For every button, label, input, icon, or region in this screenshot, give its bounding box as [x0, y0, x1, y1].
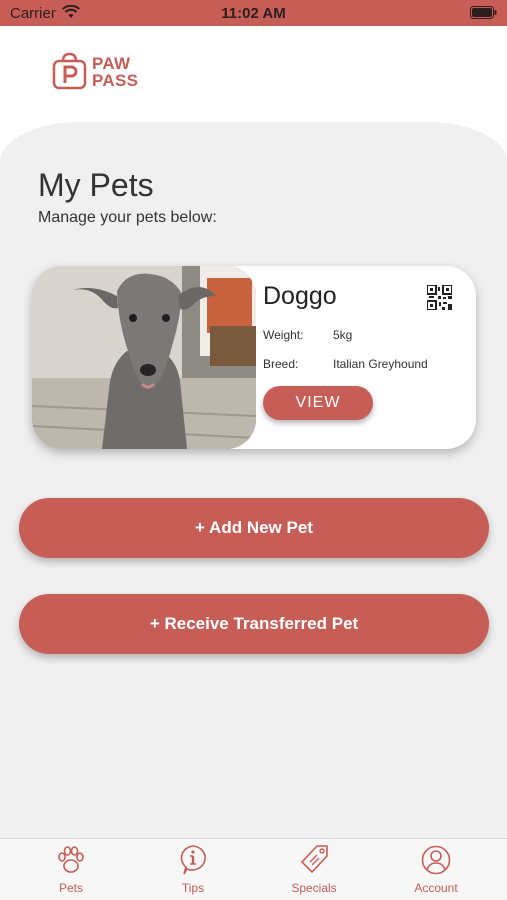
logo-text-line1: PAW	[92, 54, 131, 73]
pet-card[interactable]: Doggo Weight: 5kg Breed: Italian Greyhou…	[32, 266, 476, 449]
tab-pets[interactable]: Pets	[21, 839, 121, 900]
logo-bag-icon	[52, 52, 87, 90]
view-pet-button[interactable]: VIEW	[263, 386, 373, 420]
tab-account-label: Account	[414, 881, 458, 895]
dog-photo	[32, 266, 256, 449]
tab-specials-label: Specials	[291, 881, 337, 895]
tab-tips-label: Tips	[181, 881, 205, 895]
tab-pets-label: Pets	[58, 881, 83, 895]
page-title: My Pets	[38, 167, 154, 203]
status-time: 11:02 AM	[221, 5, 286, 22]
logo-text-line2: PASS	[92, 71, 139, 90]
pet-name: Doggo	[263, 282, 337, 310]
tab-account[interactable]: Account	[386, 839, 486, 900]
paw-icon	[58, 846, 84, 873]
account-icon	[421, 845, 451, 875]
pet-photo	[32, 266, 256, 449]
breed-label: Breed:	[263, 357, 299, 371]
logo-text: PAW PASS	[92, 55, 138, 89]
qr-code-icon[interactable]	[427, 285, 452, 310]
tag-icon	[300, 845, 328, 874]
page-subtitle: Manage your pets below:	[38, 209, 217, 226]
info-icon	[180, 845, 206, 875]
breed-value: Italian Greyhound	[333, 357, 428, 371]
tab-specials[interactable]: Specials	[264, 839, 364, 900]
battery-icon	[470, 6, 497, 19]
receive-transferred-pet-button[interactable]: + Receive Transferred Pet	[19, 594, 489, 654]
paw-pass-logo: PAW PASS	[52, 52, 142, 92]
status-bar: Carrier 11:02 AM	[0, 0, 507, 26]
add-new-pet-button[interactable]: + Add New Pet	[19, 498, 489, 558]
tab-bar: Pets Tips Specials Account	[0, 838, 507, 900]
tab-tips[interactable]: Tips	[143, 839, 243, 900]
weight-value: 5kg	[333, 328, 353, 342]
main-panel: My Pets Manage your pets below: Doggo We…	[0, 122, 507, 842]
weight-label: Weight:	[263, 328, 304, 342]
